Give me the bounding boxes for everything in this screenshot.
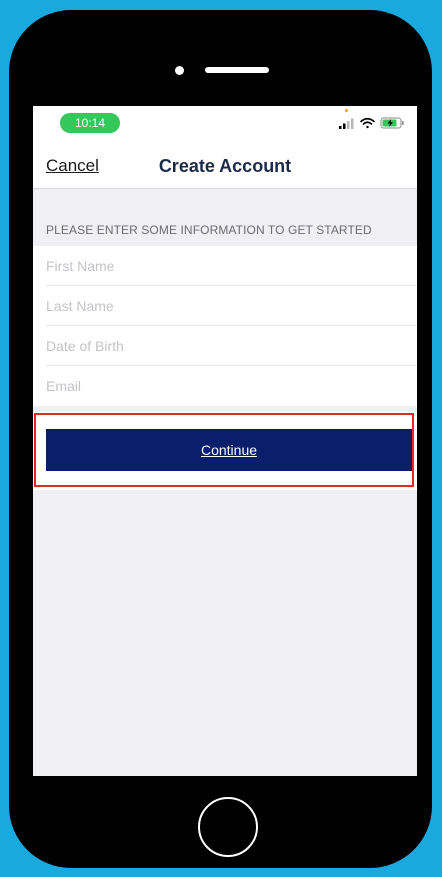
continue-section: Continue bbox=[33, 412, 417, 490]
battery-charging-icon bbox=[380, 117, 404, 129]
earpiece-speaker bbox=[205, 67, 269, 73]
navigation-bar: Cancel Create Account bbox=[33, 140, 417, 189]
home-button[interactable] bbox=[198, 797, 258, 857]
status-icons bbox=[339, 117, 404, 129]
date-of-birth-field[interactable] bbox=[46, 326, 406, 365]
date-of-birth-row bbox=[46, 326, 417, 366]
email-field[interactable] bbox=[46, 366, 406, 405]
first-name-field[interactable] bbox=[46, 246, 406, 285]
signal-icon bbox=[339, 118, 354, 129]
first-name-row bbox=[46, 246, 417, 286]
last-name-row bbox=[46, 286, 417, 326]
account-form bbox=[33, 246, 417, 406]
continue-button[interactable]: Continue bbox=[46, 429, 412, 471]
last-name-field[interactable] bbox=[46, 286, 406, 325]
privacy-indicator bbox=[345, 109, 348, 112]
app-screen: 10:14 Cancel Create Account PLEASE ENTER… bbox=[33, 106, 417, 776]
section-header: PLEASE ENTER SOME INFORMATION TO GET STA… bbox=[46, 223, 372, 237]
wifi-icon bbox=[360, 117, 375, 129]
status-bar: 10:14 bbox=[33, 106, 417, 140]
front-camera bbox=[175, 66, 184, 75]
cancel-button[interactable]: Cancel bbox=[46, 156, 99, 176]
status-time: 10:14 bbox=[60, 113, 120, 133]
email-row bbox=[46, 366, 417, 406]
